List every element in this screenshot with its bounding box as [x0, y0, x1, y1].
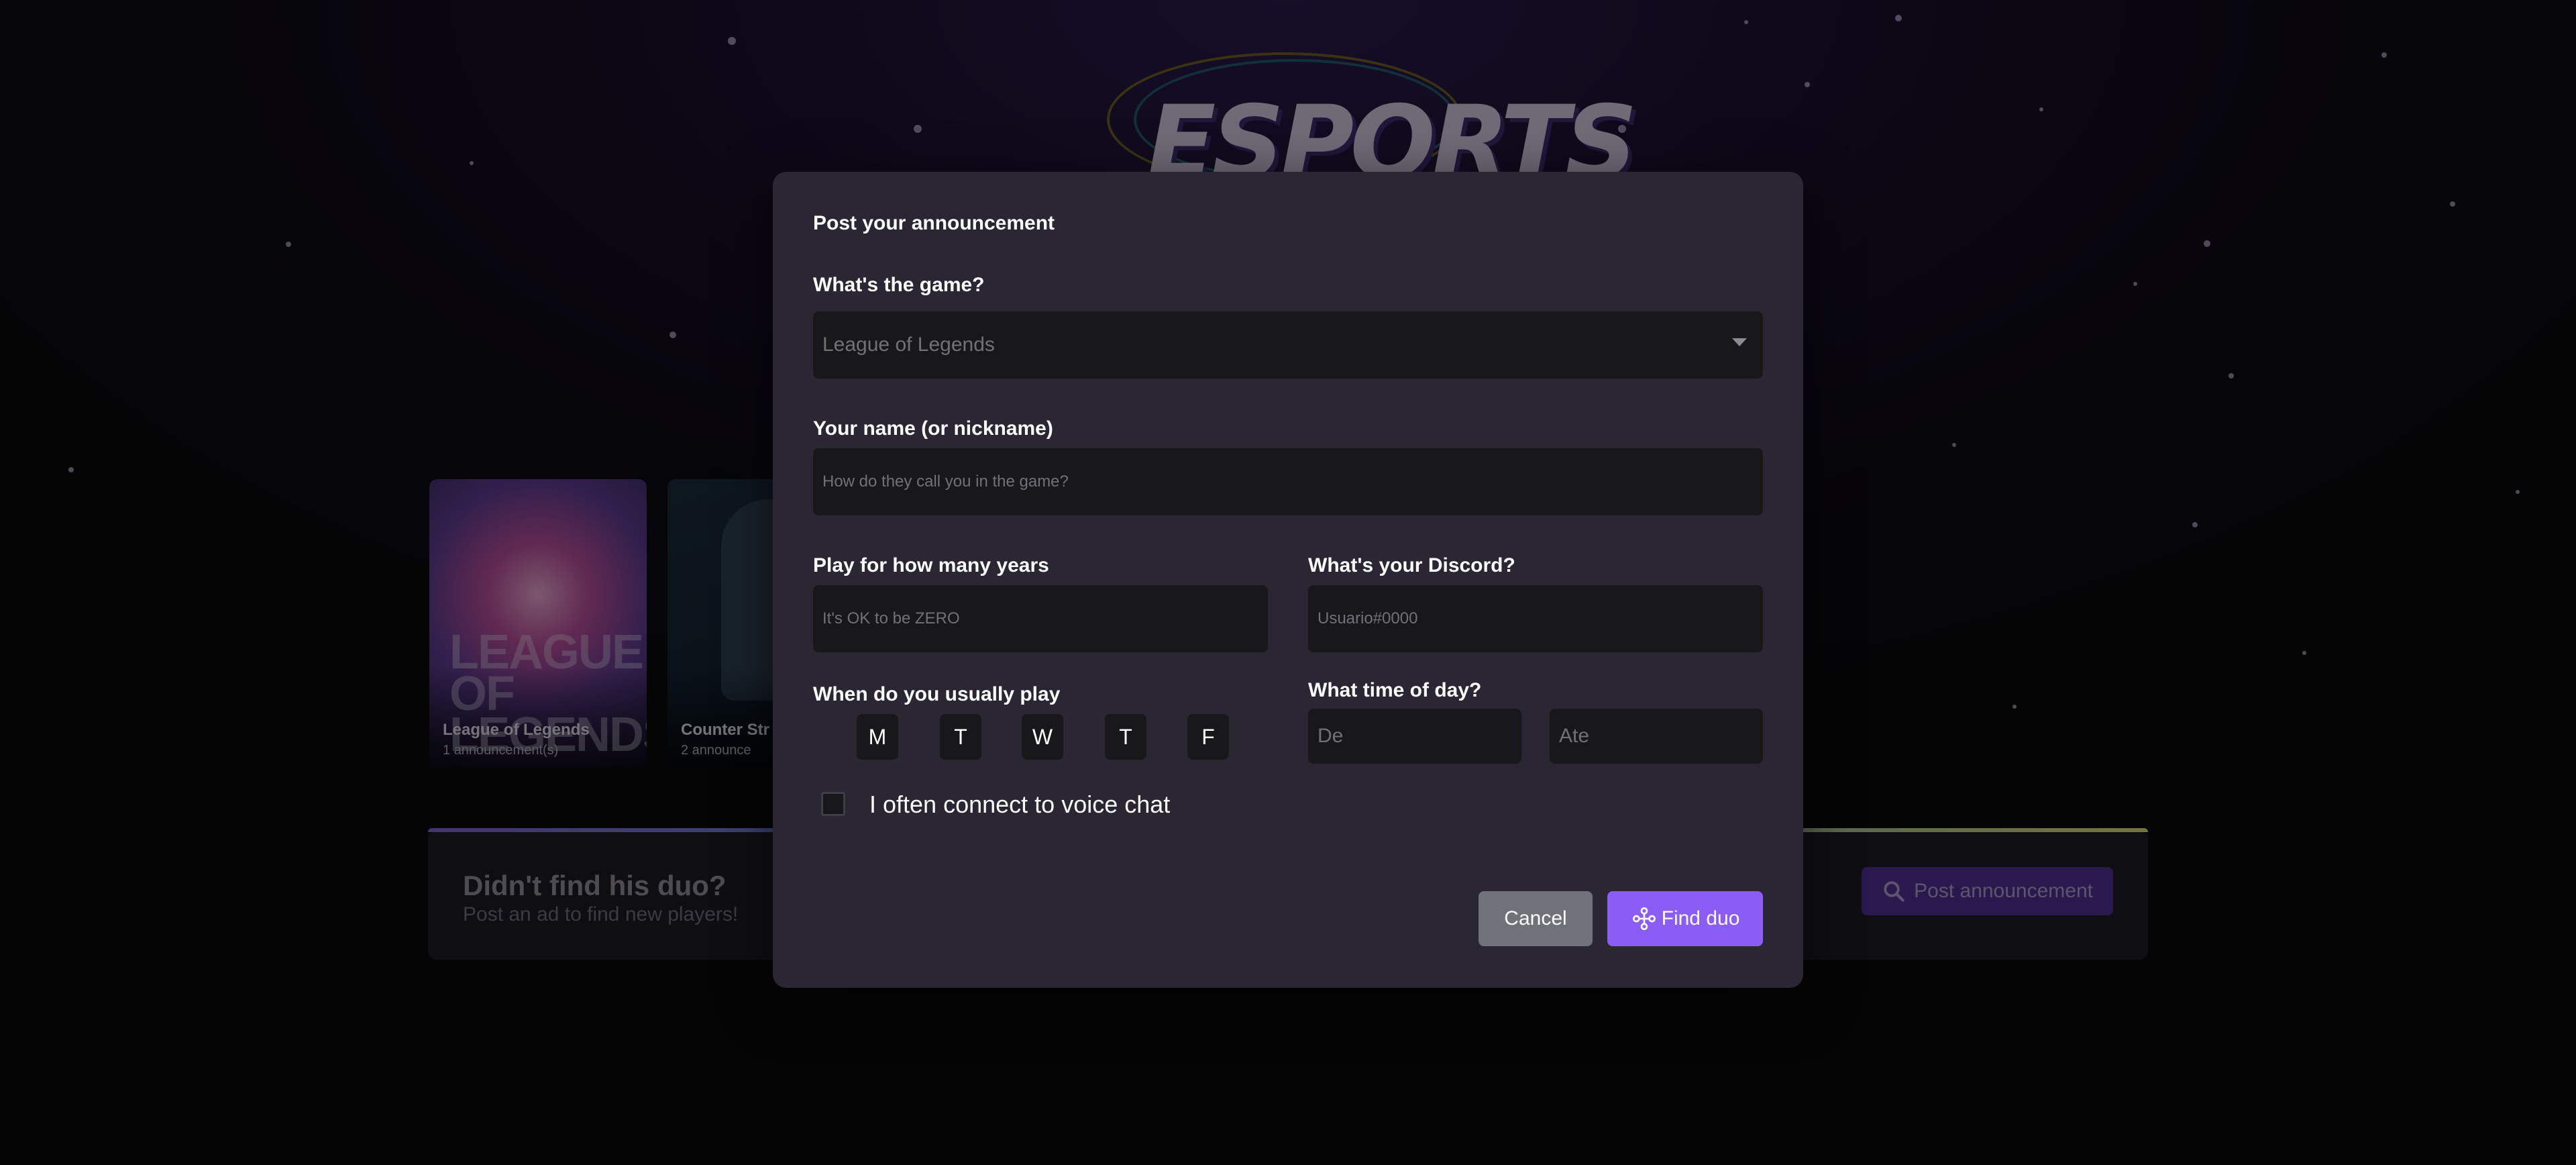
time-to-placeholder: Ate [1559, 725, 1590, 747]
name-input-placeholder: How do they call you in the game? [822, 472, 1069, 491]
discord-input-placeholder: Usuario#0000 [1318, 609, 1418, 627]
day-toggle-monday[interactable]: M [857, 714, 898, 760]
cancel-label: Cancel [1504, 907, 1567, 929]
years-label: Play for how many years [813, 554, 1049, 576]
time-label: What time of day? [1308, 679, 1482, 701]
day-toggle-friday[interactable]: F [1187, 714, 1229, 760]
voice-chat-checkbox[interactable] [821, 792, 845, 816]
name-label: Your name (or nickname) [813, 417, 1053, 440]
day-toggle-wednesday[interactable]: W [1022, 714, 1063, 760]
gamepad-icon [1632, 907, 1656, 931]
time-from-input[interactable]: De [1308, 709, 1521, 764]
cancel-button[interactable]: Cancel [1479, 891, 1593, 946]
find-duo-label: Find duo [1661, 907, 1740, 929]
game-select[interactable]: League of Legends [813, 311, 1763, 378]
discord-label: What's your Discord? [1308, 554, 1515, 576]
name-input[interactable]: How do they call you in the game? [813, 448, 1763, 515]
time-to-input[interactable]: Ate [1550, 709, 1763, 764]
discord-input[interactable]: Usuario#0000 [1308, 585, 1763, 652]
caret-down-icon [1732, 338, 1747, 346]
day-toggle-tuesday[interactable]: T [940, 714, 981, 760]
game-select-value: League of Legends [822, 334, 995, 356]
years-input-placeholder: It's OK to be ZERO [822, 609, 960, 627]
days-label: When do you usually play [813, 683, 1061, 705]
years-input[interactable]: It's OK to be ZERO [813, 585, 1268, 652]
game-label: What's the game? [813, 274, 985, 296]
find-duo-button[interactable]: Find duo [1607, 891, 1763, 946]
voice-chat-label[interactable]: I often connect to voice chat [869, 791, 1170, 819]
time-from-placeholder: De [1318, 725, 1344, 747]
modal-title: Post your announcement [813, 212, 1055, 234]
post-announcement-modal: Post your announcement What's the game? … [773, 172, 1803, 988]
day-toggle-thursday[interactable]: T [1105, 714, 1146, 760]
